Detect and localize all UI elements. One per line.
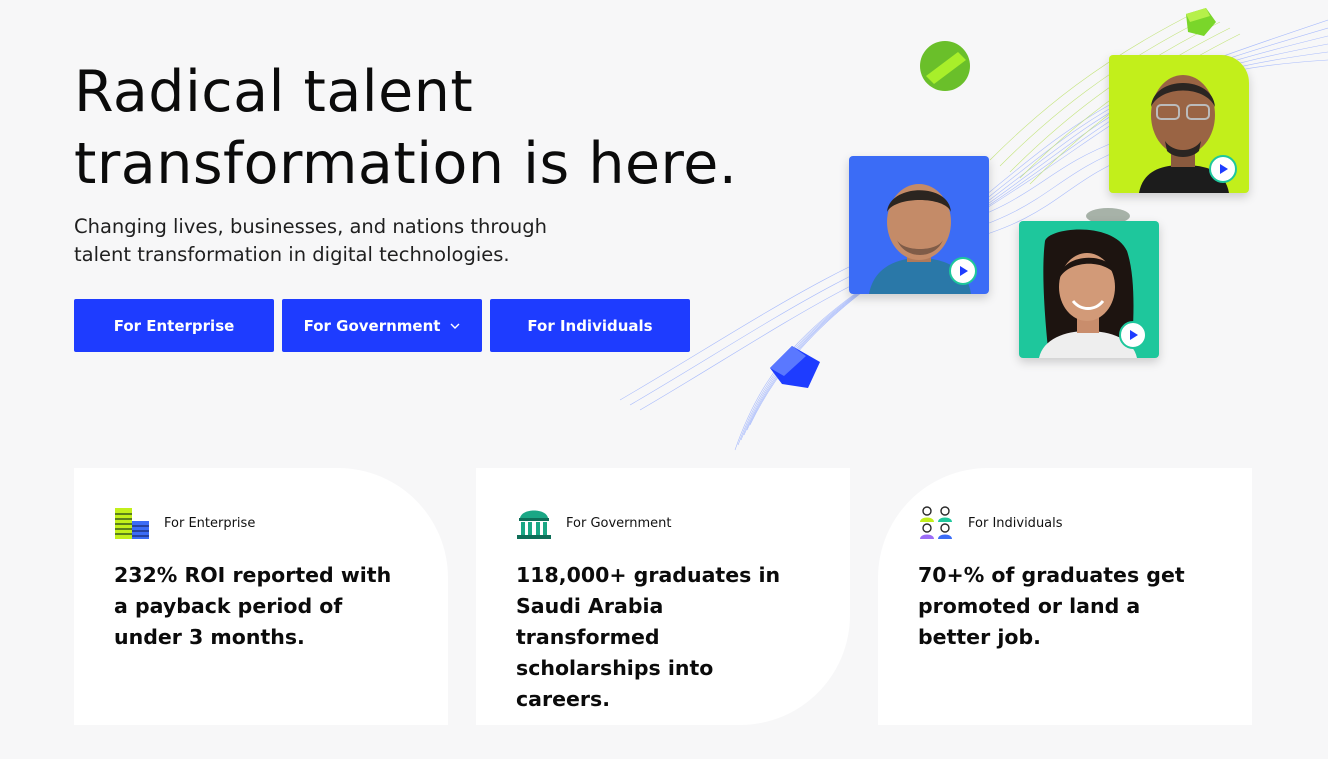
play-icon[interactable] xyxy=(949,257,977,285)
stat-card-header: For Individuals xyxy=(918,506,1212,540)
for-enterprise-button-label: For Enterprise xyxy=(113,316,235,335)
for-government-button-label: For Government xyxy=(303,316,441,335)
play-icon[interactable] xyxy=(1209,155,1237,183)
stat-card-label: For Government xyxy=(566,515,672,531)
stat-card-text: 118,000+ graduates in Saudi Arabia trans… xyxy=(516,563,781,711)
chevron-down-icon xyxy=(450,323,460,329)
stat-card-individuals: For Individuals 70+% of graduates get pr… xyxy=(878,468,1252,725)
stat-card-text: 232% ROI reported with a payback period … xyxy=(114,563,392,649)
stat-card-header: For Government xyxy=(516,506,810,540)
hero-subtitle: Changing lives, businesses, and nations … xyxy=(74,215,548,266)
building-icon xyxy=(115,508,149,539)
people-icon xyxy=(920,506,952,539)
testimonial-video-thumbnail[interactable] xyxy=(849,156,989,294)
for-enterprise-button[interactable]: For Enterprise xyxy=(74,299,274,352)
play-icon[interactable] xyxy=(1119,321,1147,349)
stat-card-label: For Enterprise xyxy=(164,515,256,531)
stat-card-enterprise: For Enterprise 232% ROI reported with a … xyxy=(74,468,448,725)
stat-card-government: For Government 118,000+ graduates in Sau… xyxy=(476,468,850,725)
stat-card-text: 70+% of graduates get promoted or land a… xyxy=(918,563,1185,649)
testimonial-video-thumbnail[interactable] xyxy=(1019,221,1159,358)
testimonial-video-thumbnail[interactable] xyxy=(1109,55,1249,193)
stat-card-header: For Enterprise xyxy=(114,506,408,540)
for-government-dropdown-button[interactable]: For Government xyxy=(282,299,482,352)
government-building-icon xyxy=(517,510,551,539)
stat-card-label: For Individuals xyxy=(968,515,1063,531)
